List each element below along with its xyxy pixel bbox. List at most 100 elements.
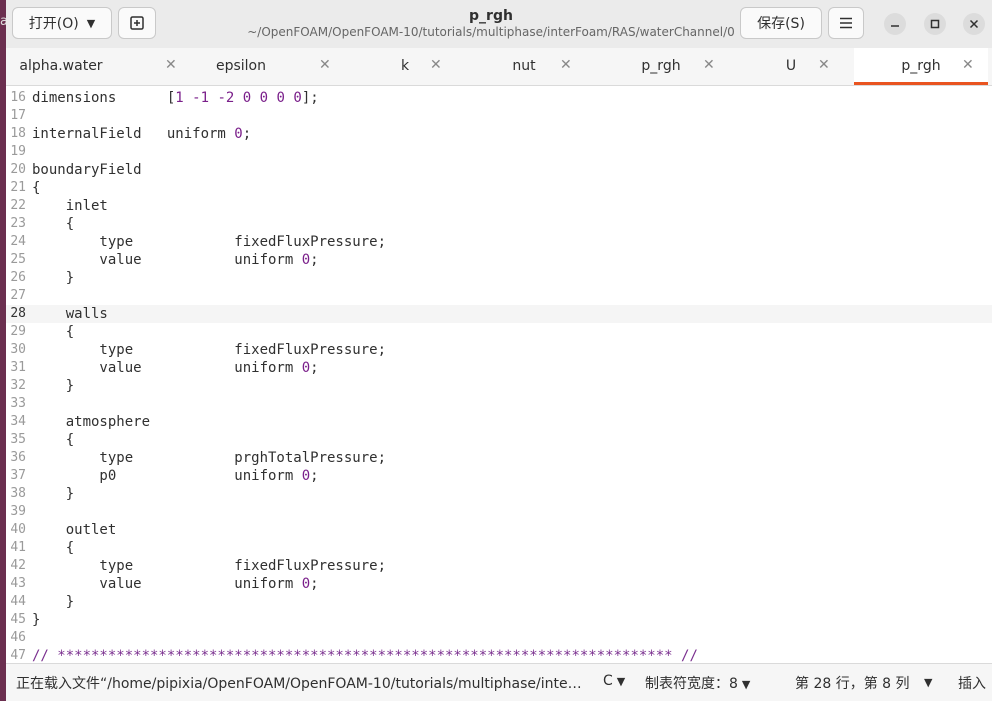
line-text: {	[32, 180, 41, 196]
status-bar: 正在载入文件“/home/pipixia/OpenFOAM/OpenFOAM-1…	[6, 663, 992, 701]
line-number: 26	[10, 270, 26, 285]
line-text: {	[32, 540, 75, 556]
hamburger-menu-icon	[840, 17, 852, 29]
tab-k[interactable]: k ✕	[350, 48, 460, 85]
line-number: 36	[10, 450, 26, 465]
tab-close-icon[interactable]: ✕	[319, 57, 331, 73]
code-line[interactable]: 16 dimensions [1 -1 -2 0 0 0 0];	[6, 89, 992, 107]
line-number: 39	[10, 504, 26, 519]
tab-close-icon[interactable]: ✕	[560, 57, 572, 73]
save-button-label: 保存(S)	[757, 16, 805, 32]
line-text: }	[32, 612, 41, 628]
line-number: 17	[10, 108, 26, 123]
code-line[interactable]: 36 type prghTotalPressure;	[6, 449, 992, 467]
line-number: 33	[10, 396, 26, 411]
code-line[interactable]: 33	[6, 395, 992, 413]
code-line[interactable]: 17	[6, 107, 992, 125]
code-line[interactable]: 45}	[6, 611, 992, 629]
line-number: 19	[10, 144, 26, 159]
language-selector[interactable]: C ▼	[603, 673, 625, 689]
save-button[interactable]: 保存(S)	[740, 7, 822, 39]
tab-alpha-water[interactable]: alpha.water ✕	[6, 48, 176, 85]
code-line[interactable]: 46	[6, 629, 992, 647]
line-text: inlet	[32, 198, 108, 214]
close-window-button[interactable]	[963, 13, 985, 35]
line-number: 22	[10, 198, 26, 213]
line-text: }	[32, 378, 75, 394]
code-line[interactable]: 27	[6, 287, 992, 305]
chevron-down-icon[interactable]: ▼	[924, 676, 932, 689]
cursor-position[interactable]: 第 28 行，第 8 列	[795, 673, 910, 693]
tab-close-icon[interactable]: ✕	[703, 57, 715, 73]
tab-bar: alpha.water ✕ epsilon ✕ k ✕ nut ✕ p_rgh …	[6, 48, 992, 86]
close-icon	[969, 19, 979, 29]
line-number: 40	[10, 522, 26, 537]
code-line[interactable]: 43 value uniform 0;	[6, 575, 992, 593]
tab-epsilon[interactable]: epsilon ✕	[186, 48, 331, 85]
line-text: walls	[32, 306, 108, 322]
tab-label: k	[400, 58, 410, 74]
code-line[interactable]: 40 outlet	[6, 521, 992, 539]
line-number: 45	[10, 612, 26, 627]
line-number: 42	[10, 558, 26, 573]
code-line[interactable]: 30 type fixedFluxPressure;	[6, 341, 992, 359]
code-editor[interactable]: 16 dimensions [1 -1 -2 0 0 0 0]; 17 18 inter…	[6, 86, 992, 663]
code-line[interactable]: 29 {	[6, 323, 992, 341]
chevron-down-icon: ▼	[86, 16, 96, 30]
header-bar: 打开(O) ▼ p_rgh ~/OpenFOAM/OpenFOAM-10/tut…	[6, 0, 992, 48]
code-line[interactable]: 41 {	[6, 539, 992, 557]
code-line[interactable]: 44 }	[6, 593, 992, 611]
line-number: 25	[10, 252, 26, 267]
code-line[interactable]: 18 internalField uniform 0;	[6, 125, 992, 143]
line-number: 37	[10, 468, 26, 483]
code-line[interactable]: 25 value uniform 0;	[6, 251, 992, 269]
code-line[interactable]: 47 // ***********************************…	[6, 647, 992, 663]
line-number: 18	[10, 126, 26, 141]
new-tab-button[interactable]	[118, 7, 156, 39]
line-number: 41	[10, 540, 26, 555]
line-number: 29	[10, 324, 26, 339]
code-line[interactable]: 37 p0 uniform 0;	[6, 467, 992, 485]
line-number: 43	[10, 576, 26, 591]
main-menu-button[interactable]	[828, 7, 864, 39]
tab-p-rgh[interactable]: p_rgh ✕	[606, 48, 716, 85]
line-text: atmosphere	[32, 414, 151, 430]
code-line[interactable]: 38 }	[6, 485, 992, 503]
tab-u[interactable]: U ✕	[736, 48, 846, 85]
code-line[interactable]: 20 boundaryField	[6, 161, 992, 179]
code-line[interactable]: 26 }	[6, 269, 992, 287]
minimize-icon	[891, 25, 899, 27]
code-line[interactable]: 42 type fixedFluxPressure;	[6, 557, 992, 575]
line-number: 35	[10, 432, 26, 447]
line-text: }	[32, 270, 75, 286]
code-line[interactable]: 32 }	[6, 377, 992, 395]
code-line[interactable]: 24 type fixedFluxPressure;	[6, 233, 992, 251]
tab-close-icon[interactable]: ✕	[962, 57, 974, 73]
chevron-down-icon: ▼	[616, 675, 626, 688]
code-line[interactable]: 23 {	[6, 215, 992, 233]
maximize-button[interactable]	[924, 13, 946, 35]
tab-label: p_rgh	[901, 58, 941, 74]
line-text: }	[32, 486, 75, 502]
code-line[interactable]: 19	[6, 143, 992, 161]
code-line[interactable]: 28 walls	[6, 305, 992, 323]
open-button[interactable]: 打开(O) ▼	[12, 7, 112, 39]
code-line[interactable]: 39	[6, 503, 992, 521]
line-number: 34	[10, 414, 26, 429]
line-text: p0 uniform 0;	[32, 468, 319, 484]
tab-close-icon[interactable]: ✕	[165, 57, 177, 73]
minimize-button[interactable]	[884, 13, 906, 35]
insert-mode-indicator[interactable]: 插入	[958, 673, 986, 693]
tab-width-selector[interactable]: 制表符宽度：8 ▼	[645, 673, 750, 693]
tab-nut[interactable]: nut ✕	[469, 48, 579, 85]
code-line[interactable]: 31 value uniform 0;	[6, 359, 992, 377]
code-line[interactable]: 21 {	[6, 179, 992, 197]
tab-p-rgh-active[interactable]: p_rgh ✕	[854, 48, 988, 85]
code-line[interactable]: 34 atmosphere	[6, 413, 992, 431]
tab-close-icon[interactable]: ✕	[818, 57, 830, 73]
line-text: value uniform 0;	[32, 360, 319, 376]
code-line[interactable]: 22 inlet	[6, 197, 992, 215]
code-line[interactable]: 35 {	[6, 431, 992, 449]
tab-close-icon[interactable]: ✕	[430, 57, 442, 73]
line-text: boundaryField	[32, 162, 142, 178]
